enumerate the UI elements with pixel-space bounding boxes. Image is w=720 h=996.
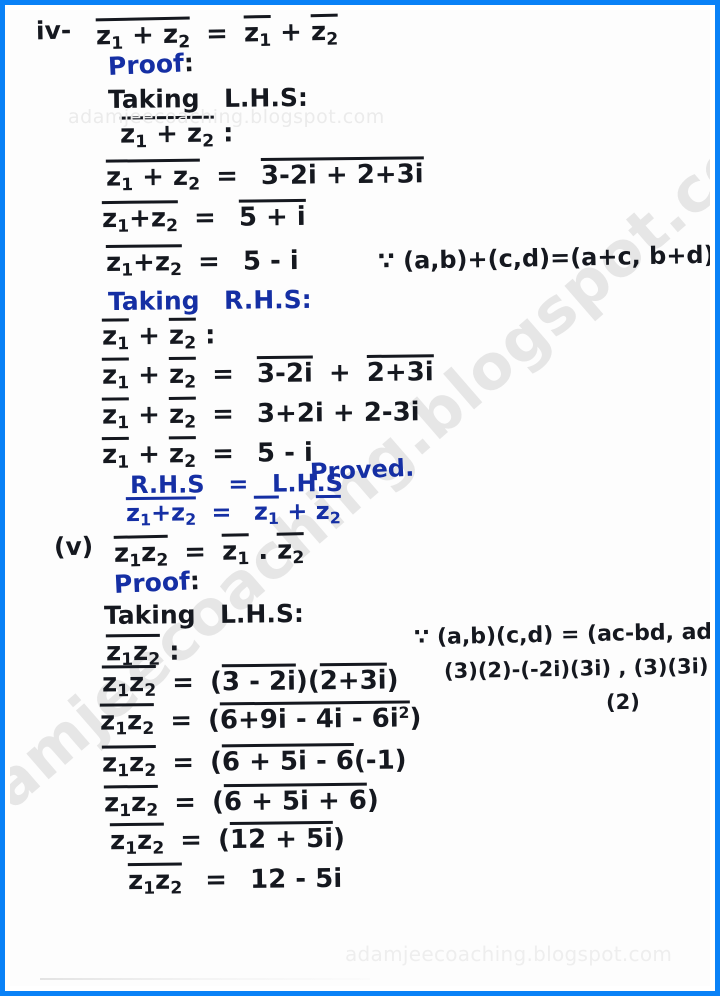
part-v-step-3: z1z2 = (6 + 5i - 6(-1)	[101, 742, 407, 781]
part-iv-step-2: z1+z2 = 5 + i	[101, 198, 306, 237]
part-v-note-line-2: (3)(2)-(-2i)(3i) , (3)(3i)+(-2i)	[443, 652, 710, 684]
part-v-statement: z1z2 = z1 . z2	[113, 532, 305, 571]
part-iv-taking-lhs: Taking L.H.S:	[107, 82, 309, 115]
part-iv-statement: z1 + z2 = z1 + z2	[95, 13, 338, 54]
part-v-label: (v)	[53, 531, 94, 562]
part-v-step-6: z1z2 = 12 - 5i	[127, 862, 343, 899]
part-iv-note: ∵ (a,b)+(c,d)=(a+c, b+d)	[377, 240, 710, 276]
part-v-step-4: z1z2 = (6 + 5i + 6)	[103, 782, 379, 821]
part-iv-proved: Proved.	[309, 453, 415, 487]
paper-smudge	[40, 978, 370, 980]
notebook-page: adamjeecoaching.blogspot.com adamjeecoac…	[0, 0, 720, 996]
part-iv-proof-label: Proof:	[107, 48, 195, 81]
part-v-step-5: z1z2 = (12 + 5i)	[109, 820, 345, 859]
part-iv-taking-rhs: Taking R.H.S:	[107, 284, 312, 317]
part-iv-rhs-step-3: z1 + z2 = 5 - i	[101, 436, 314, 473]
part-v-proof-label: Proof:	[113, 566, 201, 599]
part-iv-step-3: z1+z2 = 5 - i	[105, 244, 299, 281]
part-iv-rhs-header: z1 + z2 :	[101, 317, 216, 354]
bottom-watermark: adamjeecoaching.blogspot.com	[345, 942, 673, 966]
part-v-note-line-1: ∵ (a,b)(c,d) = (ac-bd, ad+bc)	[413, 618, 710, 651]
part-v-step-2: z1z2 = (6+9i - 4i - 6i2)	[99, 700, 422, 739]
part-v-note-line-3: (2)	[605, 689, 641, 715]
part-v-taking-lhs: Taking L.H.S:	[103, 598, 305, 631]
part-iv-rhs-step-2: z1 + z2 = 3+2i + 2-3i	[101, 396, 420, 434]
part-iv-label: iv-	[35, 15, 72, 46]
part-iv-lhs-header: z1 + z2 :	[119, 115, 234, 152]
part-v-step-1: z1z2 = (3 - 2i)(2+3i)	[101, 662, 399, 701]
paper-sheet: adamjeecoaching.blogspot.com adamjeecoac…	[10, 10, 710, 986]
part-iv-rhs-step-1: z1 + z2 = 3-2i + 2+3i	[101, 354, 434, 393]
part-iv-final-equation: z1+z2 = z1 + z2	[125, 494, 341, 529]
part-iv-step-1: z1 + z2 = 3-2i + 2+3i	[105, 156, 424, 195]
